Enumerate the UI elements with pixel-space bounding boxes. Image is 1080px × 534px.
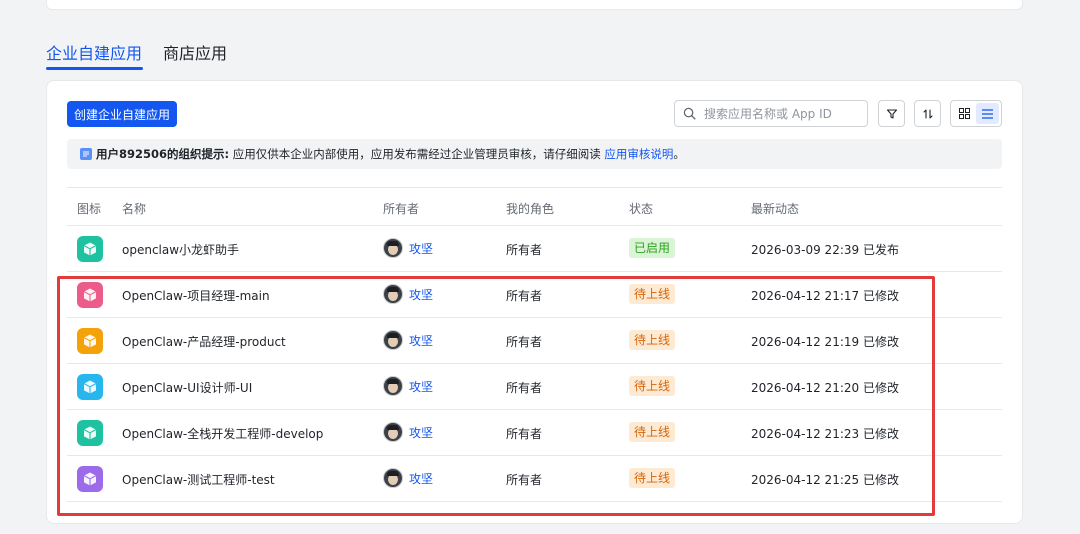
filter-icon bbox=[886, 108, 897, 119]
search-input[interactable] bbox=[702, 105, 856, 122]
role: 所有者 bbox=[506, 243, 543, 257]
search-icon bbox=[683, 107, 696, 120]
info-icon bbox=[80, 148, 92, 160]
grid-view-icon bbox=[959, 108, 970, 119]
table-row[interactable]: OpenClaw-全栈开发工程师-develop 攻坚 所有者 待上线 2026… bbox=[67, 410, 1002, 456]
top-card bbox=[46, 0, 1023, 10]
app-cube-icon bbox=[77, 420, 103, 446]
list-view-button[interactable] bbox=[976, 103, 999, 124]
avatar bbox=[383, 376, 403, 396]
header-name: 名称 bbox=[122, 202, 147, 216]
role: 所有者 bbox=[506, 381, 543, 395]
app-cube-icon bbox=[77, 236, 103, 262]
avatar bbox=[383, 422, 403, 442]
role: 所有者 bbox=[506, 427, 543, 441]
app-list-card: 创建企业自建应用 搜索应用名称或 App ID 用户892506的组织提示: 应… bbox=[46, 80, 1023, 524]
tab-store-apps[interactable]: 商店应用 bbox=[163, 40, 227, 64]
header-status: 状态 bbox=[629, 202, 654, 216]
app-name[interactable]: OpenClaw-UI设计师-UI bbox=[122, 379, 252, 396]
app-cube-icon bbox=[77, 374, 103, 400]
table-row[interactable]: openclaw小龙虾助手 攻坚 所有者 已启用 2026-03-09 22:3… bbox=[67, 226, 1002, 272]
header-latest-activity: 最新动态 bbox=[751, 202, 800, 216]
status-badge: 待上线 bbox=[629, 330, 676, 350]
app-table: 图标 名称 所有者 我的角色 状态 最新动态 openclaw小龙虾助手 攻坚 … bbox=[67, 187, 1002, 502]
owner-name[interactable]: 攻坚 bbox=[409, 240, 433, 257]
status-badge: 已启用 bbox=[629, 238, 676, 258]
notice-text: 应用仅供本企业内部使用，应用发布需经过企业管理员审核，请仔细阅读 bbox=[229, 147, 605, 161]
table-row[interactable]: OpenClaw-测试工程师-test 攻坚 所有者 待上线 2026-04-1… bbox=[67, 456, 1002, 502]
role: 所有者 bbox=[506, 473, 543, 487]
latest-activity: 2026-04-12 21:25 已修改 bbox=[751, 473, 899, 487]
header-role: 我的角色 bbox=[506, 202, 555, 216]
app-cube-icon bbox=[77, 282, 103, 308]
org-notice-banner: 用户892506的组织提示: 应用仅供本企业内部使用，应用发布需经过企业管理员审… bbox=[67, 139, 1002, 169]
notice-title: 用户892506的组织提示: bbox=[96, 147, 230, 161]
avatar bbox=[383, 330, 403, 350]
grid-view-button[interactable] bbox=[953, 103, 976, 124]
app-name[interactable]: OpenClaw-项目经理-main bbox=[122, 287, 270, 304]
owner-cell: 攻坚 bbox=[383, 330, 433, 350]
owner-name[interactable]: 攻坚 bbox=[409, 286, 433, 303]
owner-cell: 攻坚 bbox=[383, 238, 433, 258]
role: 所有者 bbox=[506, 335, 543, 349]
avatar bbox=[383, 284, 403, 304]
view-toggle bbox=[950, 100, 1002, 127]
avatar bbox=[383, 468, 403, 488]
app-name[interactable]: OpenClaw-测试工程师-test bbox=[122, 471, 275, 488]
header-owner: 所有者 bbox=[383, 202, 420, 216]
owner-cell: 攻坚 bbox=[383, 284, 433, 304]
owner-name[interactable]: 攻坚 bbox=[409, 424, 433, 441]
latest-activity: 2026-04-12 21:17 已修改 bbox=[751, 289, 899, 303]
active-tab-indicator bbox=[46, 67, 143, 70]
sort-button[interactable] bbox=[914, 100, 941, 127]
app-name[interactable]: OpenClaw-产品经理-product bbox=[122, 333, 286, 350]
latest-activity: 2026-04-12 21:20 已修改 bbox=[751, 381, 899, 395]
latest-activity: 2026-03-09 22:39 已发布 bbox=[751, 243, 899, 257]
app-name[interactable]: OpenClaw-全栈开发工程师-develop bbox=[122, 425, 323, 442]
role: 所有者 bbox=[506, 289, 543, 303]
status-badge: 待上线 bbox=[629, 422, 676, 442]
app-cube-icon bbox=[77, 466, 103, 492]
table-header: 图标 名称 所有者 我的角色 状态 最新动态 bbox=[67, 187, 1002, 226]
tab-self-built-apps[interactable]: 企业自建应用 bbox=[46, 40, 142, 64]
table-row[interactable]: OpenClaw-UI设计师-UI 攻坚 所有者 待上线 2026-04-12 … bbox=[67, 364, 1002, 410]
search-box[interactable] bbox=[674, 100, 868, 127]
status-badge: 待上线 bbox=[629, 284, 676, 304]
owner-name[interactable]: 攻坚 bbox=[409, 470, 433, 487]
owner-cell: 攻坚 bbox=[383, 468, 433, 488]
sort-icon bbox=[922, 108, 933, 119]
filter-button[interactable] bbox=[878, 100, 905, 127]
avatar bbox=[383, 238, 403, 258]
table-row[interactable]: OpenClaw-产品经理-product 攻坚 所有者 待上线 2026-04… bbox=[67, 318, 1002, 364]
status-badge: 待上线 bbox=[629, 376, 676, 396]
create-app-button[interactable]: 创建企业自建应用 bbox=[67, 101, 177, 127]
table-row[interactable]: OpenClaw-项目经理-main 攻坚 所有者 待上线 2026-04-12… bbox=[67, 272, 1002, 318]
header-icon: 图标 bbox=[77, 202, 102, 216]
owner-name[interactable]: 攻坚 bbox=[409, 378, 433, 395]
latest-activity: 2026-04-12 21:23 已修改 bbox=[751, 427, 899, 441]
review-guide-link[interactable]: 应用审核说明 bbox=[604, 146, 673, 162]
owner-name[interactable]: 攻坚 bbox=[409, 332, 433, 349]
app-cube-icon bbox=[77, 328, 103, 354]
list-view-icon bbox=[982, 108, 993, 119]
owner-cell: 攻坚 bbox=[383, 376, 433, 396]
owner-cell: 攻坚 bbox=[383, 422, 433, 442]
app-name[interactable]: openclaw小龙虾助手 bbox=[122, 241, 239, 258]
latest-activity: 2026-04-12 21:19 已修改 bbox=[751, 335, 899, 349]
status-badge: 待上线 bbox=[629, 468, 676, 488]
notice-suffix: 。 bbox=[673, 147, 685, 161]
